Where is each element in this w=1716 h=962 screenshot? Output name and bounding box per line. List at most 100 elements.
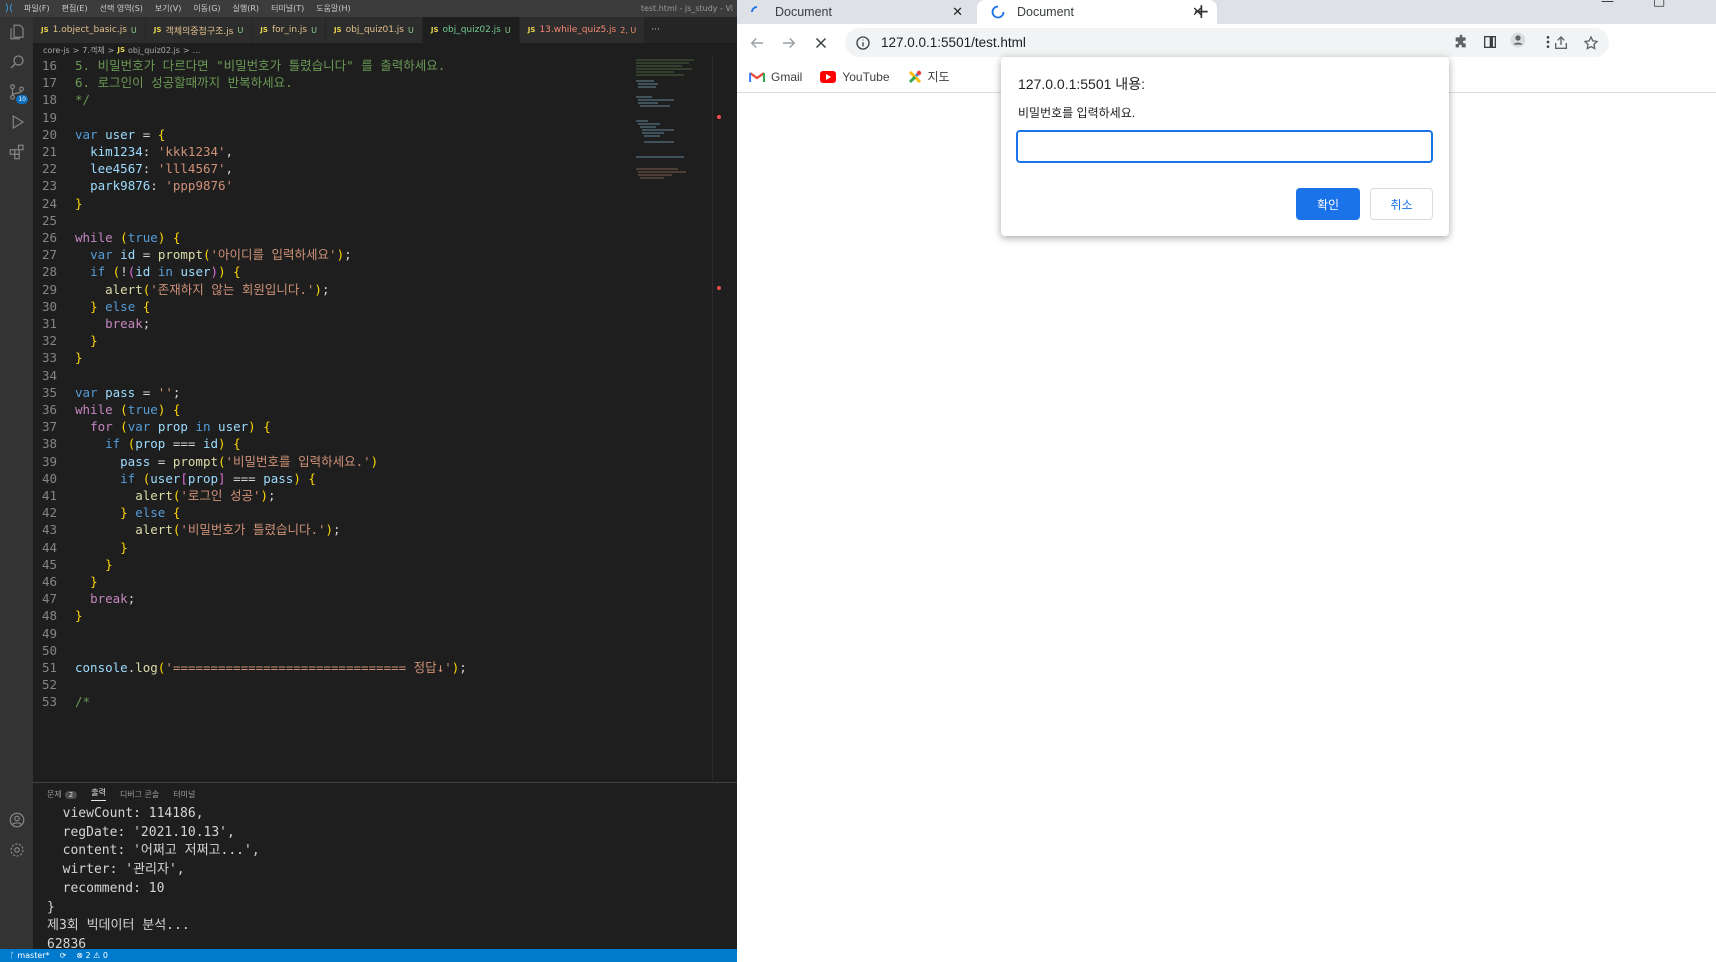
tab-debug-console[interactable]: 디버그 콘솔 bbox=[120, 789, 159, 800]
code-line[interactable]: 34 bbox=[33, 367, 75, 386]
code-line[interactable]: 42 } else { bbox=[33, 504, 180, 523]
code-line[interactable]: 29 alert('존재하지 않는 회원입니다.'); bbox=[33, 281, 330, 300]
tab-object-basic[interactable]: JS 1.object_basic.js U bbox=[33, 17, 146, 43]
code-line[interactable]: 19 bbox=[33, 109, 75, 128]
code-line[interactable]: 48} bbox=[33, 607, 83, 626]
sync-icon[interactable]: ⟳ bbox=[60, 951, 67, 960]
code-line[interactable]: 28 if (!(id in user)) { bbox=[33, 263, 241, 282]
code-editor[interactable]: 16 5. 비밀번호가 다르다면 "비밀번호가 틀렸습니다" 를 출력하세요. 17… bbox=[33, 57, 737, 781]
code-line[interactable]: 38 if (prop === id) { bbox=[33, 435, 241, 454]
code-line[interactable]: 21 kim1234: 'kkk1234', bbox=[33, 143, 233, 162]
code-line[interactable]: 33} bbox=[33, 349, 83, 368]
breadcrumb-item[interactable]: obj_quiz02.js bbox=[128, 46, 180, 55]
ok-button[interactable]: 확인 bbox=[1296, 188, 1360, 220]
code-line[interactable]: 39 pass = prompt('비밀번호를 입력하세요.') bbox=[33, 453, 378, 472]
tab-problems[interactable]: 문제 2 bbox=[47, 789, 78, 800]
forward-button[interactable] bbox=[773, 34, 805, 52]
code-line[interactable]: 32 } bbox=[33, 332, 98, 351]
code-line[interactable]: 36 while (true) { bbox=[33, 401, 180, 420]
code-line[interactable]: 45 } bbox=[33, 556, 113, 575]
forward-arrow-icon bbox=[783, 37, 796, 48]
code-line[interactable]: 20 var user = { bbox=[33, 126, 165, 145]
extensions-puzzle-icon[interactable] bbox=[1453, 34, 1469, 54]
editor-scrollbar[interactable] bbox=[712, 57, 726, 781]
explorer-icon[interactable] bbox=[0, 17, 33, 47]
tab-while-quiz5[interactable]: JS 13.while_quiz5.js 2, U bbox=[519, 17, 646, 43]
bookmark-youtube[interactable]: YouTube bbox=[820, 70, 890, 84]
code-line[interactable]: 53/* bbox=[33, 693, 90, 712]
maximize-icon[interactable]: □ bbox=[1653, 0, 1665, 9]
source-control-icon[interactable]: 10 bbox=[0, 77, 33, 107]
tab-terminal[interactable]: 터미널 bbox=[173, 789, 195, 800]
code-line[interactable]: 50 bbox=[33, 642, 75, 661]
tab-output[interactable]: 출력 bbox=[91, 787, 106, 801]
info-icon[interactable] bbox=[855, 35, 871, 51]
code-line[interactable]: 44 } bbox=[33, 539, 128, 558]
tabs-more-button[interactable]: ··· bbox=[645, 17, 666, 43]
minimap[interactable] bbox=[634, 57, 704, 227]
code-line[interactable]: 52 bbox=[33, 676, 75, 695]
extensions-icon[interactable] bbox=[0, 137, 33, 167]
vscode-window: ⟩⟨ 파일(F) 편집(E) 선택 영역(S) 보기(V) 이동(G) 실행(R… bbox=[0, 0, 737, 962]
tab-nested-object[interactable]: JS 객체의중첩구조.js U bbox=[145, 17, 253, 43]
menu-kebab-icon[interactable] bbox=[1540, 34, 1556, 54]
stop-loading-button[interactable] bbox=[805, 34, 837, 52]
code-line[interactable]: 40 if (user[prop] === pass) { bbox=[33, 470, 316, 489]
breadcrumb-item[interactable]: ... bbox=[193, 46, 201, 55]
bookmark-maps[interactable]: 지도 bbox=[908, 68, 950, 85]
code-line[interactable]: 41 alert('로그인 성공'); bbox=[33, 487, 276, 506]
minimize-icon[interactable]: — bbox=[1601, 0, 1614, 9]
breadcrumb-item[interactable]: 7.객체 bbox=[82, 45, 104, 56]
tab-for-in[interactable]: JS for_in.js U bbox=[252, 17, 326, 43]
settings-gear-icon[interactable] bbox=[0, 835, 33, 865]
menu-file[interactable]: 파일(F) bbox=[18, 3, 56, 14]
code-line[interactable]: 24} bbox=[33, 195, 83, 214]
code-line[interactable]: 49 bbox=[33, 625, 75, 644]
bookmark-gmail[interactable]: Gmail bbox=[749, 70, 802, 84]
code-line[interactable]: 46 } bbox=[33, 573, 98, 592]
menu-edit[interactable]: 편집(E) bbox=[56, 3, 94, 14]
code-line[interactable]: 25 bbox=[33, 212, 75, 231]
code-line[interactable]: 17 6. 로그인이 성공할때까지 반복하세요. bbox=[33, 74, 293, 93]
code-line[interactable]: 16 5. 비밀번호가 다르다면 "비밀번호가 틀렸습니다" 를 출력하세요. bbox=[33, 57, 445, 76]
side-panel-icon[interactable] bbox=[1482, 34, 1498, 54]
profile-avatar-icon[interactable] bbox=[1510, 32, 1526, 52]
password-prompt-input[interactable] bbox=[1016, 130, 1433, 163]
tab-marker: U bbox=[311, 25, 317, 35]
code-line[interactable]: 51 console.log('=========================… bbox=[33, 659, 467, 678]
menu-selection[interactable]: 선택 영역(S) bbox=[94, 3, 149, 14]
menu-run[interactable]: 실행(R) bbox=[227, 3, 266, 14]
code-line[interactable]: 22 lee4567: 'lll4567', bbox=[33, 160, 233, 179]
new-tab-button[interactable]: + bbox=[1193, 0, 1210, 23]
search-icon[interactable] bbox=[0, 47, 33, 77]
code-line[interactable]: 37 for (var prop in user) { bbox=[33, 418, 271, 437]
code-line[interactable]: 27 var id = prompt('아이디를 입력하세요'); bbox=[33, 246, 352, 265]
account-icon[interactable] bbox=[0, 805, 33, 835]
code-line[interactable]: 18 */ bbox=[33, 91, 90, 110]
menu-go[interactable]: 이동(G) bbox=[187, 3, 226, 14]
bookmark-star-icon[interactable] bbox=[1583, 34, 1599, 51]
problems-indicator[interactable]: ⊗ 2 ⚠ 0 bbox=[76, 951, 108, 960]
run-debug-icon[interactable] bbox=[0, 107, 33, 137]
code-line[interactable]: 31 break; bbox=[33, 315, 150, 334]
menu-terminal[interactable]: 터미널(T) bbox=[265, 3, 310, 14]
code-line[interactable]: 30 } else { bbox=[33, 298, 150, 317]
line-number: 37 bbox=[41, 419, 57, 435]
code-line[interactable]: 43 alert('비밀번호가 틀렸습니다.'); bbox=[33, 521, 341, 540]
code-line[interactable]: 47 break; bbox=[33, 590, 135, 609]
tab-obj-quiz01[interactable]: JS obj_quiz01.js U bbox=[325, 17, 423, 43]
code-line[interactable]: 35 var pass = ''; bbox=[33, 384, 180, 403]
tab-obj-quiz02[interactable]: JS obj_quiz02.js U bbox=[422, 17, 520, 43]
browser-tab-2[interactable]: Document ✕ bbox=[977, 0, 1217, 24]
browser-tab-1[interactable]: Document ✕ bbox=[737, 0, 977, 24]
line-number: 32 bbox=[41, 333, 57, 349]
branch-indicator[interactable]: ᚴ master* bbox=[10, 951, 50, 960]
menu-help[interactable]: 도움말(H) bbox=[310, 3, 356, 14]
back-button[interactable] bbox=[741, 34, 773, 52]
cancel-button[interactable]: 취소 bbox=[1370, 188, 1433, 220]
breadcrumb-item[interactable]: core-js bbox=[43, 46, 70, 55]
code-line[interactable]: 23 park9876: 'ppp9876' bbox=[33, 177, 233, 196]
menu-view[interactable]: 보기(V) bbox=[149, 3, 187, 14]
code-line[interactable]: 26 while (true) { bbox=[33, 229, 180, 248]
close-tab-icon[interactable]: ✕ bbox=[952, 4, 963, 20]
